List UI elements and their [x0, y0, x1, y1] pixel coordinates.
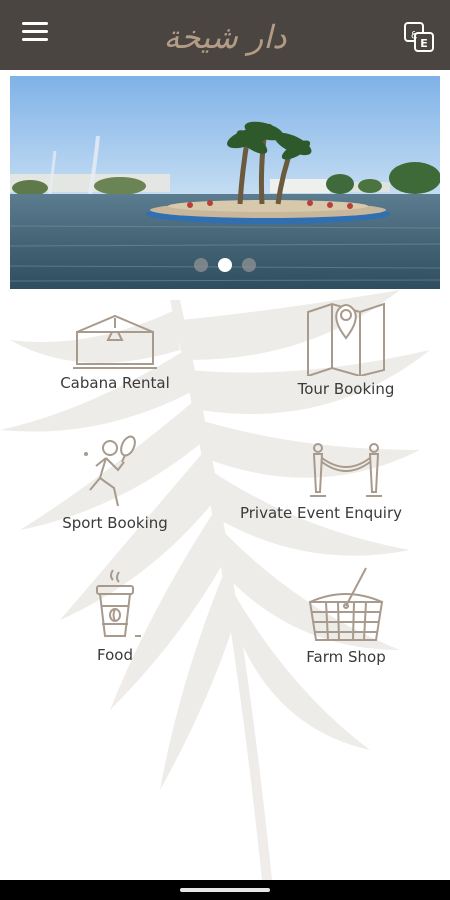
tile-label: Private Event Enquiry — [239, 504, 403, 522]
carousel-pagination — [10, 258, 440, 272]
tile-label: Farm Shop — [306, 648, 386, 666]
carousel-dot-3[interactable] — [242, 258, 256, 272]
tile-private-event-enquiry[interactable]: Private Event Enquiry — [240, 442, 446, 522]
app-header: دار شيخة ع E — [0, 0, 450, 70]
shopping-basket-icon — [308, 567, 384, 641]
cabana-icon — [73, 314, 157, 369]
tile-label: Sport Booking — [62, 514, 168, 532]
image-carousel[interactable] — [10, 76, 440, 289]
lang-glyph-ar: ع — [411, 28, 417, 39]
system-nav-bar — [0, 880, 450, 900]
tile-label: Tour Booking — [297, 380, 395, 398]
app-logo: دار شيخة — [150, 12, 300, 62]
carousel-dot-1[interactable] — [194, 258, 208, 272]
home-indicator[interactable] — [180, 888, 270, 892]
tile-cabana-rental[interactable]: Cabana Rental — [15, 312, 215, 392]
map-pin-icon — [307, 302, 385, 376]
lang-glyph-en: E — [420, 37, 428, 50]
tile-label: Cabana Rental — [60, 374, 170, 392]
tile-sport-booking[interactable]: Sport Booking — [15, 434, 215, 532]
tile-tour-booking[interactable]: Tour Booking — [246, 298, 446, 398]
coffee-cup-icon — [96, 569, 141, 637]
tile-food[interactable]: Food — [15, 568, 215, 664]
carousel-dot-2[interactable] — [218, 258, 232, 272]
stanchion-rope-icon — [310, 443, 382, 497]
tile-farm-shop[interactable]: Farm Shop — [246, 566, 446, 666]
hamburger-menu-icon[interactable] — [22, 22, 48, 48]
tile-label: Food — [97, 646, 133, 664]
tennis-player-icon — [84, 435, 136, 507]
logo-text: دار شيخة — [163, 18, 287, 56]
language-switch-icon[interactable]: ع E — [404, 22, 434, 52]
